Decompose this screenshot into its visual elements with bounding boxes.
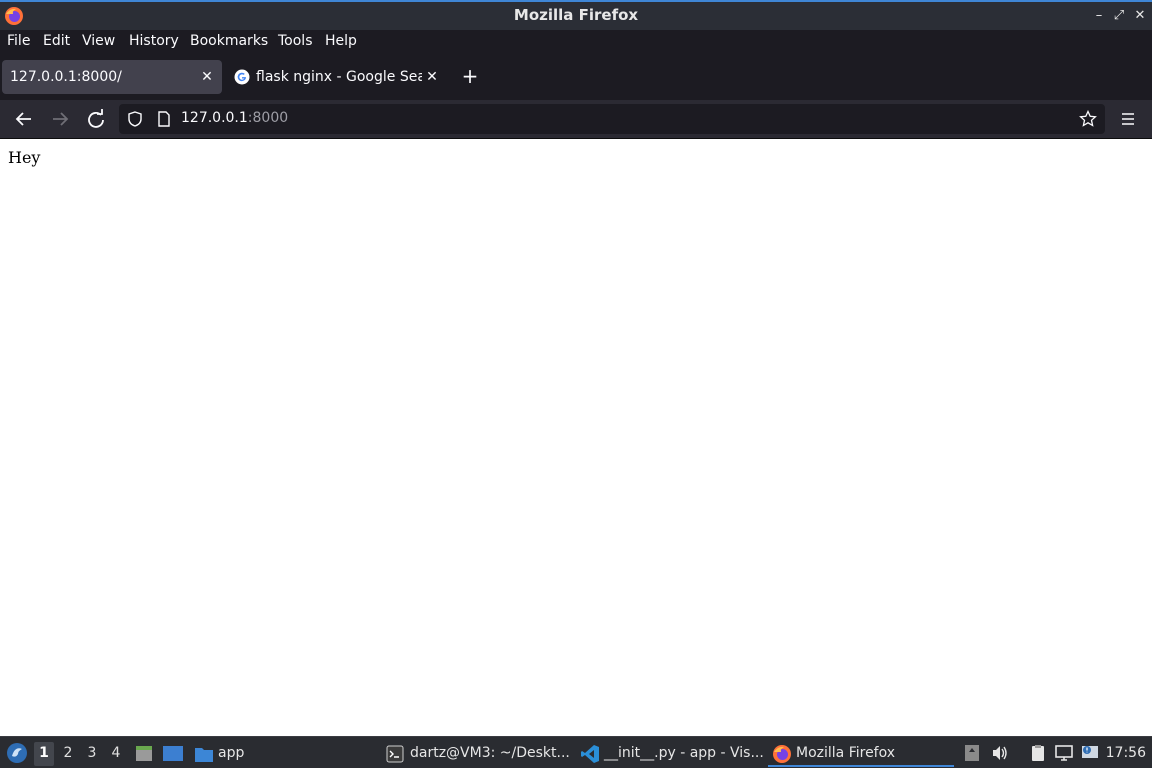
taskbar: 1 2 3 4 app dartz@VM3: ~/Deskt... __init… <box>0 736 1152 768</box>
clipboard-icon[interactable] <box>1029 744 1047 762</box>
folder-icon <box>195 748 213 762</box>
file-manager-icon[interactable] <box>134 743 154 763</box>
menu-help[interactable]: Help <box>325 33 357 49</box>
notification-icon[interactable] <box>1081 744 1099 762</box>
back-arrow-icon[interactable] <box>12 108 36 130</box>
page-info-icon[interactable] <box>157 111 171 127</box>
task-label: Mozilla Firefox <box>796 745 896 761</box>
tab-strip: 127.0.0.1:8000/ ✕ flask nginx - Google S… <box>0 54 1152 100</box>
window-title: Mozilla Firefox <box>513 6 639 24</box>
volume-icon[interactable] <box>991 744 1009 762</box>
menu-file[interactable]: File <box>7 33 30 49</box>
workspace-3[interactable]: 3 <box>82 745 102 763</box>
workspace-4[interactable]: 4 <box>106 745 126 763</box>
bookmark-star-icon[interactable] <box>1079 110 1097 128</box>
desktop-icon[interactable] <box>162 743 184 763</box>
close-icon[interactable]: ✕ <box>424 69 440 85</box>
shield-icon[interactable] <box>127 111 143 127</box>
minimize-icon[interactable]: – <box>1090 7 1108 25</box>
launcher-label: app <box>218 745 245 761</box>
workspace-1[interactable]: 1 <box>34 742 54 766</box>
navigation-toolbar: 127.0.0.1:8000 <box>0 100 1152 139</box>
menu-view[interactable]: View <box>82 33 115 49</box>
taskbar-clock: 17:56 <box>1105 745 1146 761</box>
page-content: Hey <box>0 140 1152 736</box>
launcher-app-folder[interactable]: app <box>194 741 254 767</box>
task-label: dartz@VM3: ~/Deskt... <box>410 745 570 761</box>
menu-edit[interactable]: Edit <box>43 33 70 49</box>
menu-history[interactable]: History <box>129 33 179 49</box>
url-text[interactable]: 127.0.0.1:8000 <box>181 110 288 126</box>
task-firefox[interactable]: Mozilla Firefox <box>768 741 954 767</box>
tab-google-search[interactable]: flask nginx - Google Sear ✕ <box>228 60 448 94</box>
tab-title: 127.0.0.1:8000/ <box>10 69 122 85</box>
reload-icon[interactable] <box>84 108 108 130</box>
menu-bookmarks[interactable]: Bookmarks <box>190 33 268 49</box>
vscode-icon <box>581 745 599 763</box>
forward-arrow-icon[interactable] <box>48 108 72 130</box>
google-icon <box>234 69 250 85</box>
url-host: 127.0.0.1 <box>181 110 248 126</box>
network-icon[interactable] <box>1055 744 1073 762</box>
workspace-2[interactable]: 2 <box>58 745 78 763</box>
task-label: __init__.py - app - Vis... <box>604 745 764 761</box>
menu-bar: File Edit View History Bookmarks Tools H… <box>0 30 1152 54</box>
url-port: :8000 <box>247 110 289 126</box>
start-menu-icon[interactable] <box>6 742 28 764</box>
task-terminal[interactable]: dartz@VM3: ~/Deskt... <box>386 741 572 767</box>
firefox-icon <box>773 745 791 763</box>
window-titlebar: Mozilla Firefox – ⤢ ✕ <box>0 0 1152 30</box>
terminal-icon <box>386 745 404 763</box>
task-vscode[interactable]: __init__.py - app - Vis... <box>580 741 764 767</box>
close-window-icon[interactable]: ✕ <box>1131 7 1149 25</box>
new-tab-button[interactable]: + <box>460 66 480 86</box>
tab-title: flask nginx - Google Sear <box>256 69 422 85</box>
tray-scroll-icon[interactable] <box>963 744 981 762</box>
page-body-text: Hey <box>8 148 41 167</box>
close-icon[interactable]: ✕ <box>199 69 215 85</box>
maximize-icon[interactable]: ⤢ <box>1110 7 1128 25</box>
menu-tools[interactable]: Tools <box>278 33 313 49</box>
tab-localhost[interactable]: 127.0.0.1:8000/ ✕ <box>2 60 222 94</box>
hamburger-menu-icon[interactable] <box>1116 108 1140 130</box>
url-bar[interactable]: 127.0.0.1:8000 <box>119 104 1105 134</box>
